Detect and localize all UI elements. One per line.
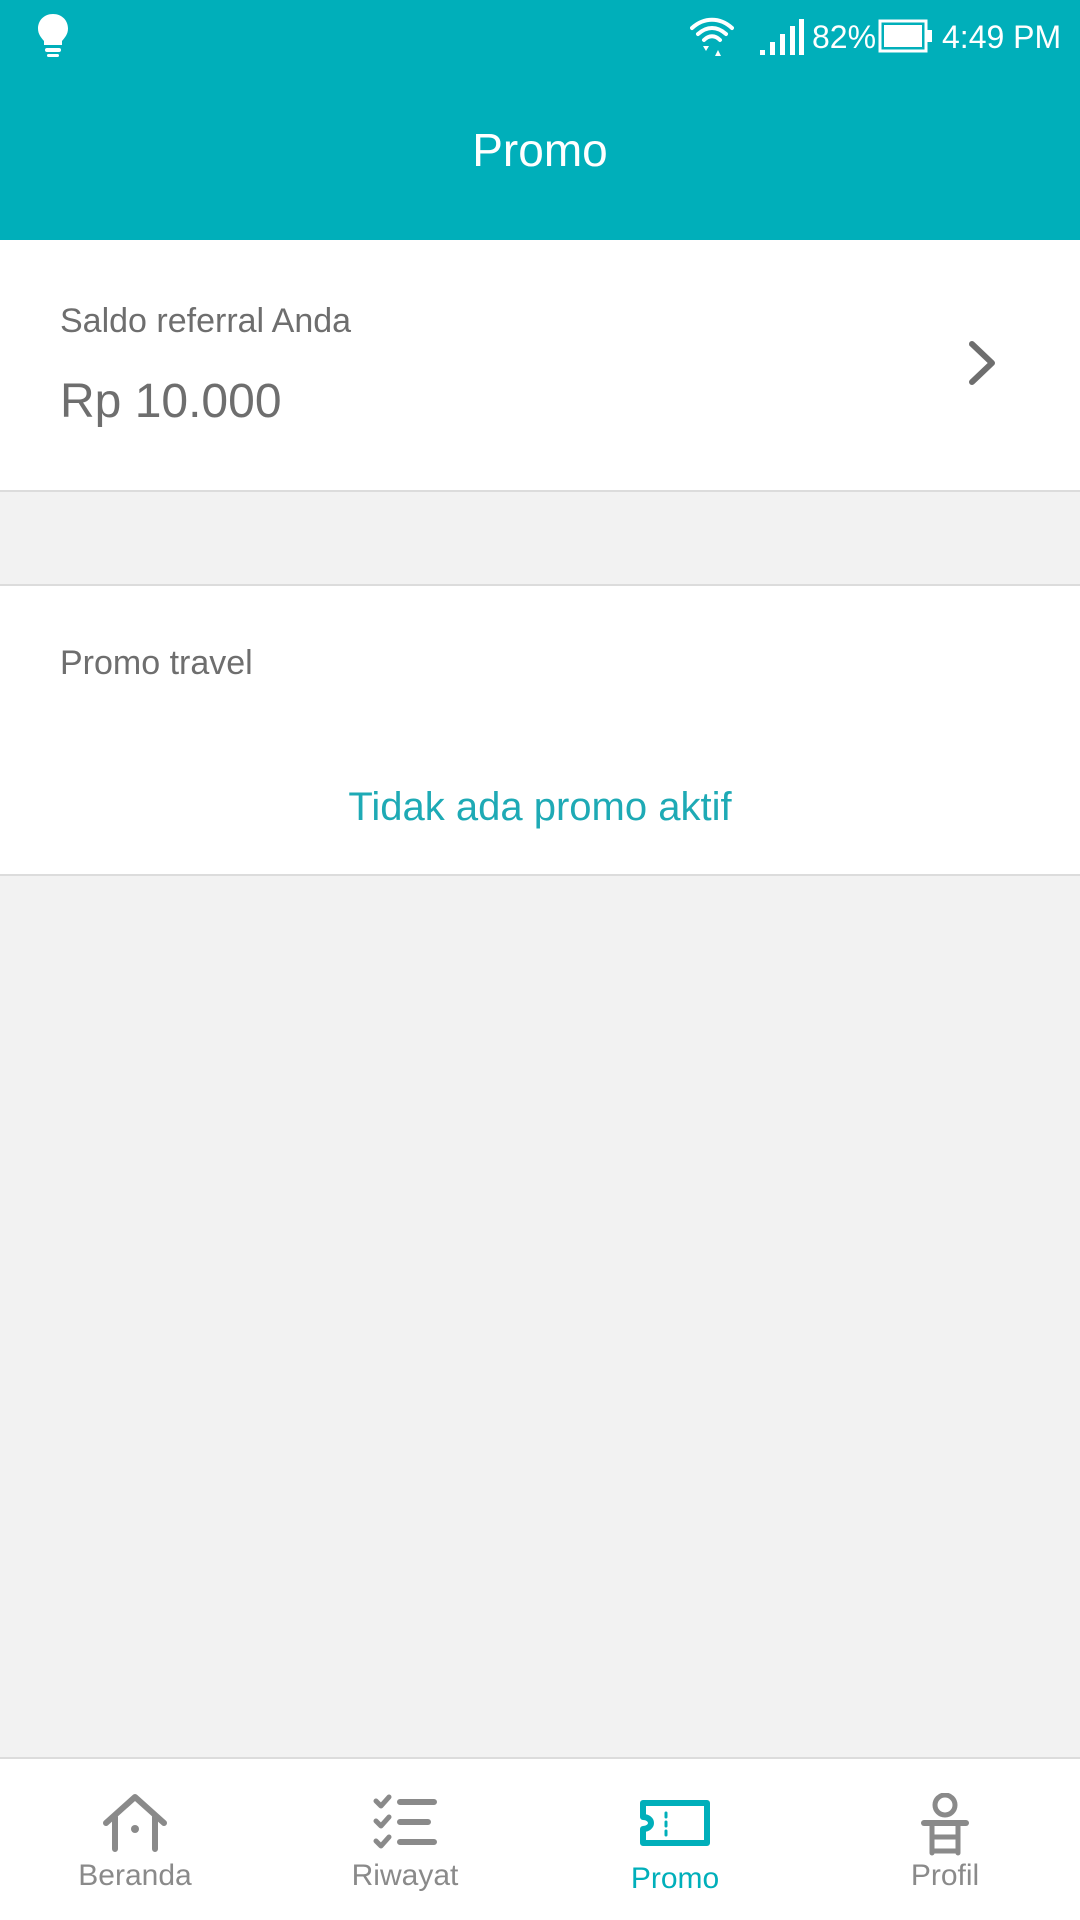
nav-item-beranda[interactable]: Beranda	[0, 1759, 270, 1920]
chevron-right-icon[interactable]	[962, 338, 1002, 393]
nav-item-promo[interactable]: Promo	[540, 1759, 810, 1920]
nav-item-riwayat[interactable]: Riwayat	[270, 1759, 540, 1920]
battery-icon	[878, 19, 934, 58]
referral-balance-label: Saldo referral Anda	[60, 302, 352, 340]
app-header: 82% 4:49 PM Promo	[0, 0, 1080, 240]
nav-label: Profil	[910, 1859, 980, 1892]
lightbulb-icon	[36, 12, 70, 63]
profile-icon	[921, 1793, 969, 1856]
battery-percent: 82%	[812, 19, 877, 55]
signal-icon	[758, 18, 804, 61]
nav-label: Beranda	[78, 1859, 192, 1892]
nav-item-profil[interactable]: Profil	[810, 1759, 1080, 1920]
page-title: Promo	[472, 124, 608, 176]
nav-label: Promo	[630, 1862, 720, 1895]
wifi-icon	[690, 14, 734, 63]
referral-balance-card[interactable]: Saldo referral Anda Rp 10.000	[0, 240, 1080, 492]
home-icon	[103, 1794, 167, 1852]
nav-label: Riwayat	[351, 1859, 459, 1892]
checklist-icon	[373, 1794, 437, 1849]
status-time: 4:49 PM	[942, 19, 1062, 55]
promo-travel-label: Promo travel	[60, 644, 253, 682]
bottom-nav: Beranda Riwayat Promo Profil	[0, 1757, 1080, 1920]
status-bar: 82% 4:49 PM	[0, 0, 1080, 75]
promo-travel-card: Promo travel Tidak ada promo aktif	[0, 584, 1080, 876]
referral-balance-amount: Rp 10.000	[60, 375, 282, 428]
ticket-icon	[640, 1800, 710, 1846]
no-active-promo-message: Tidak ada promo aktif	[348, 785, 732, 829]
